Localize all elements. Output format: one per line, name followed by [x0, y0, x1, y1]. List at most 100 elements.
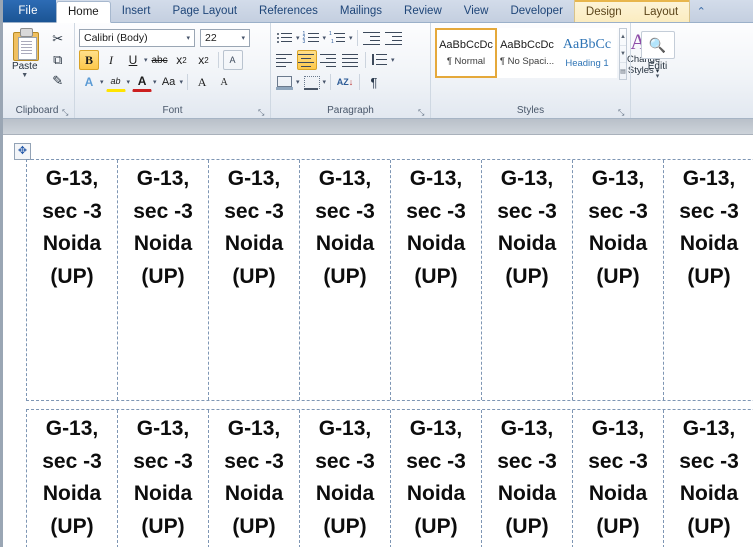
multilevel-caret-icon[interactable]: ▾ — [349, 34, 353, 42]
paste-dropdown-arrow[interactable]: ▼ — [21, 72, 28, 79]
tab-layout[interactable]: Layout — [632, 0, 690, 22]
styles-more-icon[interactable]: ▤ — [620, 63, 626, 79]
table-cell[interactable]: G-13, sec -3 Noida (UP) — [391, 410, 482, 547]
table-cell[interactable]: G-13, sec -3 Noida (UP) — [118, 160, 209, 400]
tab-design[interactable]: Design — [574, 0, 633, 22]
label-table[interactable]: G-13, sec -3 Noida (UP) G-13, sec -3 Noi… — [26, 159, 753, 547]
strikethrough-button[interactable]: abc — [150, 50, 170, 70]
italic-button[interactable]: I — [101, 50, 121, 70]
tab-review[interactable]: Review — [393, 0, 453, 22]
sort-button[interactable]: AZ ↓ — [335, 72, 355, 92]
tab-developer[interactable]: Developer — [499, 0, 573, 22]
clear-formatting-icon[interactable]: A — [222, 50, 243, 70]
font-size-caret-icon[interactable]: ▾ — [239, 34, 247, 42]
text-highlight-button[interactable]: ab — [105, 72, 126, 92]
font-size-combo[interactable]: 22 ▾ — [200, 29, 250, 47]
table-cell[interactable]: G-13, sec -3 Noida (UP) — [300, 160, 391, 400]
editing-caret-icon[interactable]: ▾ — [656, 72, 660, 80]
text-effects-caret-icon[interactable]: ▾ — [100, 78, 104, 86]
line-spacing-caret-icon[interactable]: ▾ — [391, 56, 395, 64]
superscript-button[interactable]: x2 — [194, 50, 214, 70]
tab-insert[interactable]: Insert — [111, 0, 162, 22]
font-color-button[interactable]: A — [132, 72, 153, 92]
change-case-caret-icon[interactable]: ▾ — [180, 78, 184, 86]
bold-button[interactable]: B — [79, 50, 99, 70]
borders-caret-icon[interactable]: ▾ — [323, 78, 327, 86]
table-cell[interactable]: G-13, sec -3 Noida (UP) — [27, 160, 118, 400]
collapse-ribbon-icon[interactable]: ⌃ — [690, 0, 712, 22]
table-cell[interactable]: G-13, sec -3 Noida (UP) — [482, 410, 573, 547]
font-name-caret-icon[interactable]: ▾ — [184, 34, 192, 42]
table-cell[interactable]: G-13, sec -3 Noida (UP) — [573, 160, 664, 400]
tab-file[interactable]: File — [0, 0, 56, 22]
line-spacing-button[interactable] — [370, 50, 390, 70]
table-cell[interactable]: G-13, sec -3 Noida (UP) — [664, 160, 753, 400]
table-cell[interactable]: G-13, sec -3 Noida (UP) — [27, 410, 118, 547]
increase-indent-button[interactable] — [384, 28, 404, 48]
styles-scroll-up-icon[interactable]: ▲ — [620, 29, 626, 46]
cut-icon[interactable]: ✂ — [48, 29, 68, 48]
shrink-font-button[interactable]: A — [214, 72, 234, 92]
numbering-button[interactable]: 1 2 3 — [302, 28, 322, 48]
styles-dialog-launcher[interactable]: ⤡ — [618, 108, 627, 117]
table-move-handle[interactable]: ✥ — [14, 143, 31, 160]
cell-line: G-13, — [227, 417, 281, 440]
font-color-caret-icon[interactable]: ▾ — [153, 78, 157, 86]
style-no-spacing[interactable]: AaBbCcDc ¶ No Spaci... — [497, 28, 557, 78]
table-cell[interactable]: G-13, sec -3 Noida (UP) — [300, 410, 391, 547]
decrease-indent-button[interactable] — [362, 28, 382, 48]
font-name-combo[interactable]: Calibri (Body) ▾ — [79, 29, 195, 47]
paste-button[interactable]: Paste ▼ — [4, 26, 45, 79]
numbering-caret-icon[interactable]: ▾ — [323, 34, 327, 42]
font-dialog-launcher[interactable]: ⤡ — [258, 108, 267, 117]
copy-icon[interactable]: ⧉ — [48, 50, 68, 69]
align-center-button[interactable] — [297, 50, 317, 70]
change-case-button[interactable]: Aa — [159, 72, 179, 92]
table-cell[interactable]: G-13, sec -3 Noida (UP) — [573, 410, 664, 547]
style-normal[interactable]: AaBbCcDc ¶ Normal — [435, 28, 497, 78]
bullets-button[interactable] — [275, 28, 295, 48]
clipboard-dialog-launcher[interactable]: ⤡ — [62, 108, 71, 117]
borders-button[interactable] — [302, 72, 322, 92]
align-left-button[interactable] — [275, 50, 295, 70]
align-right-button[interactable] — [319, 50, 339, 70]
table-cell[interactable]: G-13, sec -3 Noida (UP) — [209, 160, 300, 400]
shading-button[interactable] — [275, 72, 295, 92]
table-row[interactable]: G-13, sec -3 Noida (UP) G-13, sec -3 Noi… — [26, 159, 753, 401]
tab-page-layout[interactable]: Page Layout — [161, 0, 248, 22]
table-row[interactable]: G-13, sec -3 Noida (UP) G-13, sec -3 Noi… — [26, 409, 753, 547]
subscript-index: 2 — [182, 55, 187, 65]
highlight-caret-icon[interactable]: ▾ — [127, 78, 131, 86]
table-cell[interactable]: G-13, sec -3 Noida (UP) — [482, 160, 573, 400]
styles-gallery-scroller[interactable]: ▲ ▼ ▤ — [619, 28, 627, 80]
table-cell[interactable]: G-13, sec -3 Noida (UP) — [118, 410, 209, 547]
style-heading-1[interactable]: AaBbCс Heading 1 — [557, 28, 617, 78]
paragraph-separator-3 — [330, 74, 332, 90]
document-page[interactable]: ✥ G-13, sec -3 Noida (UP) G-13, sec -3 N… — [0, 135, 753, 547]
cell-line: (UP) — [323, 264, 367, 288]
table-cell[interactable]: G-13, sec -3 Noida (UP) — [664, 410, 753, 547]
table-cell[interactable]: G-13, sec -3 Noida (UP) — [209, 410, 300, 547]
underline-button[interactable]: U — [123, 50, 143, 70]
find-icon[interactable]: 🔍 — [640, 31, 675, 59]
cell-line: G-13, — [318, 417, 372, 440]
cell-line: G-13, — [227, 167, 281, 190]
tab-mailings[interactable]: Mailings — [329, 0, 393, 22]
paragraph-dialog-launcher[interactable]: ⤡ — [418, 108, 427, 117]
tab-home[interactable]: Home — [56, 1, 111, 23]
justify-button[interactable] — [341, 50, 361, 70]
format-painter-icon[interactable]: ✎ — [48, 71, 68, 90]
bullets-caret-icon[interactable]: ▾ — [296, 34, 300, 42]
tab-references[interactable]: References — [248, 0, 329, 22]
shading-caret-icon[interactable]: ▾ — [296, 78, 300, 86]
grow-font-button[interactable]: A — [192, 72, 212, 92]
text-effects-button[interactable]: A — [79, 72, 99, 92]
multilevel-list-button[interactable]: 1 1 — [328, 28, 348, 48]
underline-caret-icon[interactable]: ▾ — [144, 56, 148, 64]
tab-view[interactable]: View — [453, 0, 500, 22]
show-formatting-marks-button[interactable]: ¶ — [364, 72, 384, 92]
styles-scroll-down-icon[interactable]: ▼ — [620, 46, 626, 63]
editing-button[interactable]: 🔍 Editi ▾ — [635, 29, 680, 80]
table-cell[interactable]: G-13, sec -3 Noida (UP) — [391, 160, 482, 400]
subscript-button[interactable]: x2 — [172, 50, 192, 70]
